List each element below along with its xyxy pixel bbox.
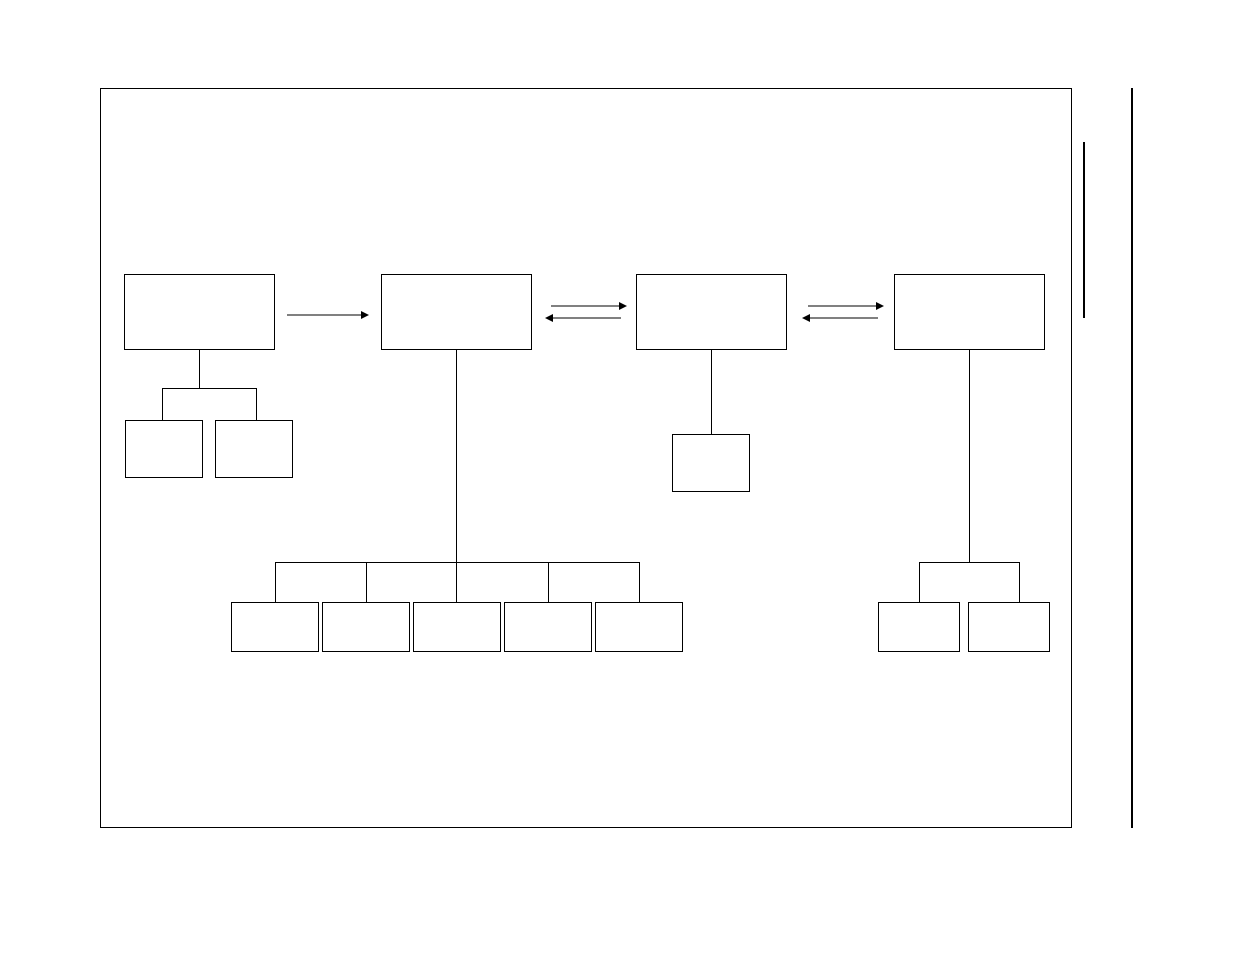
box-a-child-1 <box>125 420 203 478</box>
conn-b-h <box>275 562 639 563</box>
conn-b1-down <box>275 562 276 602</box>
box-b-child-5 <box>595 602 683 652</box>
conn-b5-down <box>639 562 640 602</box>
box-b-child-4 <box>504 602 592 652</box>
conn-b3-down <box>456 562 457 602</box>
vertical-divider-short <box>1083 142 1085 318</box>
box-b-child-1 <box>231 602 319 652</box>
conn-a2-down <box>256 388 257 420</box>
box-d-child-2 <box>968 602 1050 652</box>
conn-b-down <box>456 350 457 562</box>
box-b-child-2 <box>322 602 410 652</box>
box-c <box>636 274 787 350</box>
box-b-child-3 <box>413 602 501 652</box>
conn-a-h <box>162 388 256 389</box>
box-a <box>124 274 275 350</box>
arrow-b-to-c <box>545 298 625 328</box>
vertical-divider-long <box>1131 88 1133 828</box>
conn-a1-down <box>162 388 163 420</box>
box-c-child-1 <box>672 434 750 492</box>
box-d-child-1 <box>878 602 960 652</box>
conn-d1-down <box>919 562 920 602</box>
conn-c-down <box>711 350 712 434</box>
conn-b4-down <box>548 562 549 602</box>
conn-a-down <box>199 350 200 388</box>
conn-d2-down <box>1019 562 1020 602</box>
conn-d-h <box>919 562 1019 563</box>
conn-d-down <box>969 350 970 562</box>
arrow-a-to-b <box>287 310 369 320</box>
conn-b2-down <box>366 562 367 602</box>
box-a-child-2 <box>215 420 293 478</box>
box-d <box>894 274 1045 350</box>
arrow-c-to-d <box>802 298 882 328</box>
box-b <box>381 274 532 350</box>
